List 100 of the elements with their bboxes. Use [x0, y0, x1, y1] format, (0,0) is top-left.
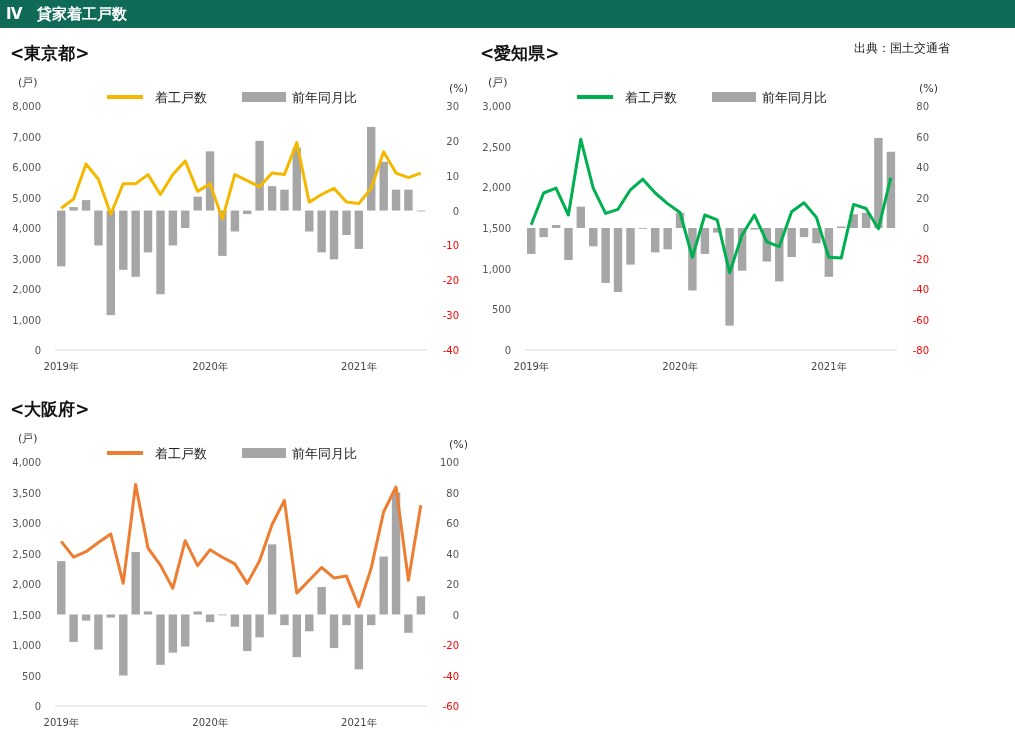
axis-tick-label: 4,000: [12, 223, 41, 234]
bar: [230, 614, 240, 627]
legend-bar-swatch: [242, 92, 286, 102]
axis-tick-label: -40: [912, 284, 929, 295]
bar: [812, 228, 821, 244]
axis-tick-label: 80: [446, 487, 459, 499]
bar: [156, 614, 165, 665]
bar: [379, 556, 388, 615]
legend-bar-swatch: [242, 448, 286, 458]
axis-tick-label: 2020年: [662, 361, 698, 372]
axis-tick-label: 500: [491, 304, 511, 316]
region-title: <東京都>: [10, 42, 90, 64]
axis-tick-label: 0: [34, 701, 41, 712]
bar: [168, 210, 178, 246]
bar: [416, 596, 426, 615]
bar: [329, 614, 339, 649]
axis-tick-label: 1,500: [482, 223, 511, 234]
axis-tick-label: -10: [442, 240, 459, 252]
axis-tick-label: 2,500: [482, 141, 511, 153]
bar: [775, 228, 784, 282]
axis-tick-label: -40: [442, 670, 459, 682]
bar: [551, 224, 561, 228]
axis-tick-label: -20: [442, 640, 459, 651]
bar: [280, 614, 289, 626]
axis-tick-label: 0: [922, 223, 929, 234]
bar: [329, 210, 339, 260]
axis-tick-label: 2,000: [482, 182, 511, 194]
bar: [57, 210, 66, 267]
bar: [663, 228, 672, 250]
axis-tick-label: 0: [34, 345, 41, 356]
bar: [243, 210, 252, 215]
bar: [218, 210, 227, 256]
bar: [527, 228, 536, 254]
axis-tick-label: 20: [446, 135, 459, 147]
axis-tick-label: 40: [446, 548, 459, 560]
axis-tick-label: 4,000: [12, 457, 41, 468]
bar: [861, 212, 871, 228]
bar: [119, 210, 128, 270]
legend-label: 前年同月比: [292, 446, 357, 461]
bar: [131, 210, 140, 277]
page-title: Ⅳ 貸家着工戸数: [0, 0, 1015, 28]
axis-tick-label: 500: [21, 670, 41, 682]
bar: [267, 544, 277, 615]
bar: [601, 228, 610, 283]
axis-unit: (%): [448, 82, 468, 95]
axis-unit: (戸): [488, 76, 508, 89]
bar: [292, 614, 301, 658]
bar: [57, 561, 66, 615]
axis-tick-label: 2019年: [513, 361, 549, 372]
bar: [81, 614, 91, 621]
bar: [181, 210, 190, 228]
axis-tick-label: 1,000: [482, 263, 511, 275]
axis-tick-label: -60: [442, 701, 459, 712]
axis-tick-label: 1,000: [12, 314, 41, 326]
bar: [81, 200, 91, 211]
bar: [391, 189, 401, 211]
region-title: <愛知県>: [480, 42, 560, 64]
axis-tick-label: -30: [442, 310, 459, 322]
bar: [193, 196, 202, 211]
bar: [205, 151, 215, 211]
bar: [379, 161, 388, 211]
bar: [354, 614, 364, 670]
legend-label: 着工戸数: [155, 446, 207, 461]
legend-label: 着工戸数: [155, 90, 207, 105]
bar: [317, 587, 326, 615]
axis-tick-label: 2,500: [12, 548, 41, 560]
bar: [342, 614, 351, 626]
axis-tick-label: 20: [916, 192, 929, 204]
bar: [613, 228, 623, 293]
axis-tick-label: 10: [446, 170, 459, 182]
bar: [94, 210, 103, 246]
axis-tick-label: 60: [916, 131, 929, 143]
bar: [787, 228, 796, 257]
bar: [69, 207, 78, 211]
bar: [255, 614, 264, 638]
bar: [230, 210, 240, 232]
axis-tick-label: 40: [916, 162, 929, 173]
bar: [539, 228, 548, 238]
legend-line-swatch: [577, 95, 613, 99]
axis-tick-label: 30: [446, 101, 459, 112]
axis-unit: (戸): [18, 432, 38, 445]
bar: [205, 614, 215, 623]
legend-line-swatch: [107, 451, 143, 455]
axis-tick-label: 2020年: [192, 361, 228, 372]
legend-line-swatch: [107, 95, 143, 99]
axis-tick-label: 80: [916, 101, 929, 112]
bar: [824, 228, 834, 277]
axis-tick-label: 3,500: [12, 487, 41, 499]
bar: [342, 210, 351, 235]
bar: [280, 189, 289, 211]
bar: [119, 614, 128, 676]
axis-tick-label: 60: [446, 518, 459, 529]
bar: [688, 228, 697, 291]
bar: [849, 214, 858, 228]
legend-label: 着工戸数: [625, 90, 677, 105]
bar: [193, 611, 202, 615]
bar: [564, 228, 573, 260]
legend-label: 前年同月比: [292, 90, 357, 105]
bar: [404, 614, 413, 633]
bar: [94, 614, 103, 650]
